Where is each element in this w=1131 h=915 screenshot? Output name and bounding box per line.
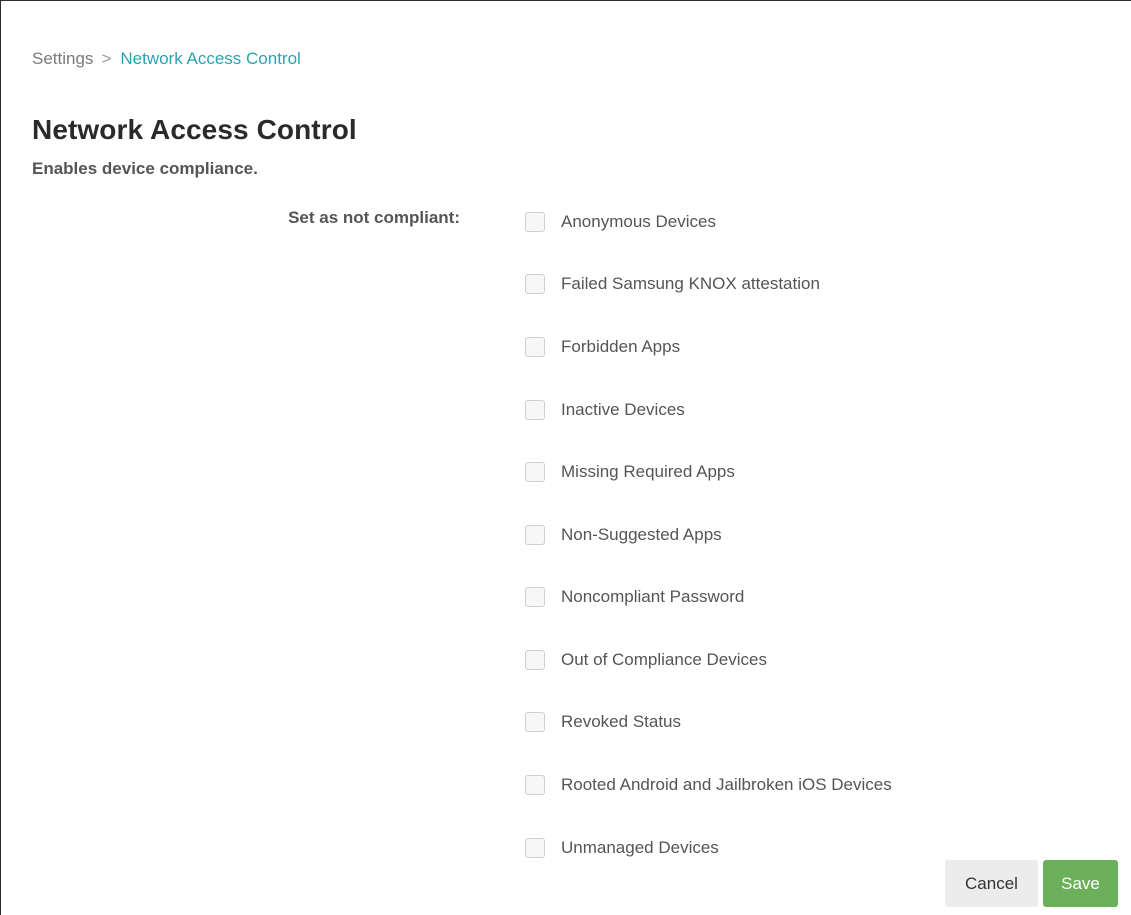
option-label: Non-Suggested Apps bbox=[561, 525, 722, 544]
unmanaged-devices-checkbox[interactable] bbox=[525, 838, 545, 858]
option-label: Out of Compliance Devices bbox=[561, 650, 767, 669]
set-as-not-compliant-label: Set as not compliant: bbox=[288, 208, 460, 227]
option-rooted-android-jailbroken-ios[interactable]: Rooted Android and Jailbroken iOS Device… bbox=[525, 773, 892, 797]
page-title: Network Access Control bbox=[32, 114, 357, 145]
breadcrumb-separator: > bbox=[101, 49, 112, 68]
option-label: Forbidden Apps bbox=[561, 337, 681, 356]
option-revoked-status[interactable]: Revoked Status bbox=[525, 710, 681, 734]
inactive-devices-checkbox[interactable] bbox=[525, 400, 545, 420]
failed-samsung-knox-attestation-checkbox[interactable] bbox=[525, 274, 545, 294]
option-out-of-compliance-devices[interactable]: Out of Compliance Devices bbox=[525, 648, 767, 672]
noncompliant-password-checkbox[interactable] bbox=[525, 587, 545, 607]
non-suggested-apps-checkbox[interactable] bbox=[525, 525, 545, 545]
breadcrumb-settings-link[interactable]: Settings bbox=[32, 49, 93, 69]
option-label: Anonymous Devices bbox=[561, 212, 716, 231]
option-noncompliant-password[interactable]: Noncompliant Password bbox=[525, 585, 744, 609]
revoked-status-checkbox[interactable] bbox=[525, 712, 545, 732]
forbidden-apps-checkbox[interactable] bbox=[525, 337, 545, 357]
option-non-suggested-apps[interactable]: Non-Suggested Apps bbox=[525, 523, 722, 547]
breadcrumb-current[interactable]: Network Access Control bbox=[120, 49, 300, 69]
option-label: Rooted Android and Jailbroken iOS Device… bbox=[561, 775, 892, 794]
cancel-button[interactable]: Cancel bbox=[945, 860, 1038, 907]
missing-required-apps-checkbox[interactable] bbox=[525, 462, 545, 482]
option-label: Revoked Status bbox=[561, 712, 682, 731]
option-missing-required-apps[interactable]: Missing Required Apps bbox=[525, 460, 735, 484]
breadcrumb: Settings > Network Access Control bbox=[32, 49, 301, 69]
option-label: Failed Samsung KNOX attestation bbox=[561, 274, 820, 293]
option-label: Noncompliant Password bbox=[561, 587, 745, 606]
out-of-compliance-devices-checkbox[interactable] bbox=[525, 650, 545, 670]
option-failed-samsung-knox-attestation[interactable]: Failed Samsung KNOX attestation bbox=[525, 272, 820, 296]
option-label: Inactive Devices bbox=[561, 400, 685, 419]
option-inactive-devices[interactable]: Inactive Devices bbox=[525, 398, 685, 422]
rooted-android-jailbroken-ios-checkbox[interactable] bbox=[525, 775, 545, 795]
page-frame: Settings > Network Access Control Networ… bbox=[0, 0, 1131, 915]
anonymous-devices-checkbox[interactable] bbox=[525, 212, 545, 232]
option-unmanaged-devices[interactable]: Unmanaged Devices bbox=[525, 836, 719, 860]
option-forbidden-apps[interactable]: Forbidden Apps bbox=[525, 335, 680, 359]
option-label: Unmanaged Devices bbox=[561, 838, 719, 857]
save-button[interactable]: Save bbox=[1043, 860, 1118, 907]
option-label: Missing Required Apps bbox=[561, 462, 735, 481]
page-subtitle: Enables device compliance. bbox=[32, 159, 258, 178]
option-anonymous-devices[interactable]: Anonymous Devices bbox=[525, 210, 716, 234]
